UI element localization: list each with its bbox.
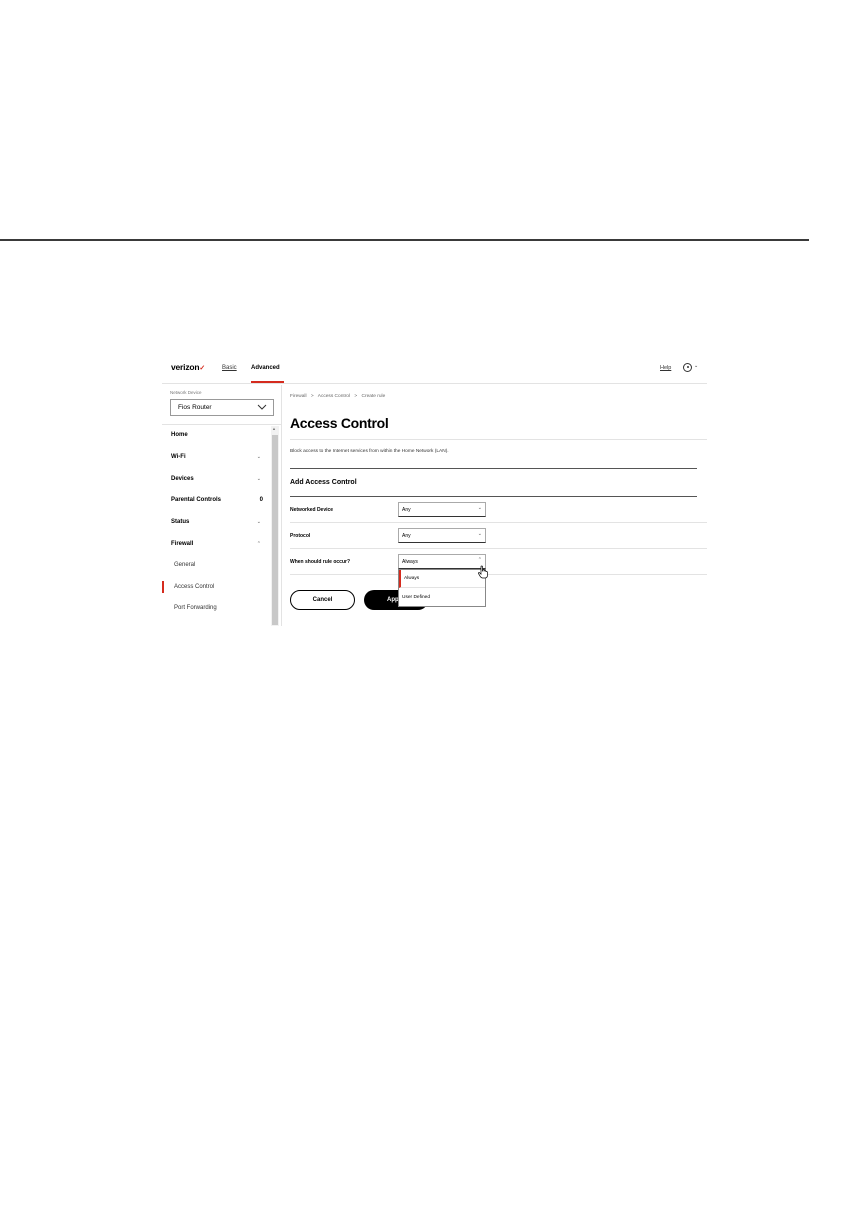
- schedule-value: Always: [402, 559, 418, 565]
- chevron-down-icon: ⌄: [477, 505, 482, 511]
- main-content: Firewall > Access Control > Create rule …: [283, 385, 707, 626]
- sidebar-subitem-general[interactable]: General: [174, 562, 195, 568]
- chevron-down-icon: ⌄: [477, 531, 482, 537]
- chevron-down-icon: ⌄: [256, 476, 261, 482]
- breadcrumb-firewall[interactable]: Firewall: [290, 394, 307, 399]
- schedule-select[interactable]: Always ⌃: [398, 554, 486, 569]
- networked-device-select[interactable]: Any ⌄: [398, 502, 486, 517]
- section-title: Add Access Control: [290, 479, 357, 486]
- sidebar-item-home[interactable]: Home: [171, 432, 267, 438]
- sidebar-item-devices[interactable]: Devices ⌄: [171, 476, 267, 482]
- protocol-select[interactable]: Any ⌄: [398, 528, 486, 543]
- chevron-down-icon: ⌄: [694, 363, 699, 369]
- schedule-dropdown-menu: Always User Defined: [398, 569, 486, 607]
- schedule-row: When should rule occur? Always ⌃: [290, 549, 707, 575]
- help-link[interactable]: Help: [660, 365, 671, 371]
- sidebar-item-firewall[interactable]: Firewall ⌃: [171, 541, 267, 547]
- protocol-value: Any: [402, 533, 411, 539]
- protocol-label: Protocol: [290, 533, 311, 539]
- protocol-row: Protocol Any ⌄: [290, 523, 707, 549]
- active-indicator: [162, 581, 164, 593]
- user-icon: [683, 363, 692, 372]
- user-menu-button[interactable]: ⌄: [683, 363, 700, 373]
- network-device-value: Fios Router: [178, 404, 212, 411]
- network-device-select[interactable]: Fios Router: [170, 399, 274, 416]
- chevron-up-icon: ⌃: [477, 557, 482, 563]
- logo-check-icon: ✓: [199, 365, 206, 372]
- networked-device-value: Any: [402, 507, 411, 513]
- router-ui-screenshot: verizon✓ Basic Advanced Help ⌄ Network D…: [162, 360, 707, 626]
- sidebar-scroll-thumb[interactable]: [272, 435, 278, 625]
- network-device-label: Network Device: [170, 390, 202, 395]
- scroll-up-icon[interactable]: ▲: [272, 426, 276, 431]
- networked-device-row: Networked Device Any ⌄: [290, 497, 707, 523]
- sidebar-subitem-port-forwarding[interactable]: Port Forwarding: [174, 605, 217, 611]
- dropdown-option-user-defined[interactable]: User Defined: [399, 589, 485, 607]
- breadcrumb-separator: >: [354, 394, 358, 399]
- dropdown-option-always[interactable]: Always: [399, 570, 485, 588]
- chevron-up-icon: ⌃: [256, 541, 261, 547]
- page-description: Block access to the Internet services fr…: [290, 449, 449, 454]
- section-divider-top: [290, 468, 697, 469]
- chevron-down-icon: ⌄: [256, 519, 261, 525]
- chevron-down-icon: ⌄: [256, 454, 261, 460]
- sidebar-item-parental-controls[interactable]: Parental Controls 0: [171, 497, 267, 503]
- sidebar-subitem-access-control[interactable]: Access Control: [174, 584, 214, 590]
- top-bar: verizon✓ Basic Advanced Help ⌄: [162, 360, 707, 384]
- tab-basic[interactable]: Basic: [222, 365, 237, 383]
- chevron-down-icon: [257, 404, 267, 410]
- parental-controls-count: 0: [259, 497, 263, 503]
- sidebar: Network Device Fios Router ▲ Home Wi-Fi …: [162, 385, 282, 626]
- sidebar-item-status[interactable]: Status ⌄: [171, 519, 267, 525]
- sidebar-item-wifi[interactable]: Wi-Fi ⌄: [171, 454, 267, 460]
- breadcrumb-create-rule: Create rule: [361, 394, 386, 399]
- breadcrumb-separator: >: [310, 394, 314, 399]
- cancel-button[interactable]: Cancel: [290, 590, 355, 610]
- page-divider: [0, 239, 809, 241]
- title-divider: [290, 439, 707, 440]
- breadcrumb-access-control[interactable]: Access Control: [318, 394, 350, 399]
- networked-device-label: Networked Device: [290, 507, 334, 513]
- verizon-logo[interactable]: verizon✓: [171, 362, 205, 372]
- page-title: Access Control: [290, 415, 389, 431]
- tab-advanced[interactable]: Advanced: [251, 365, 284, 383]
- schedule-label: When should rule occur?: [290, 559, 351, 565]
- breadcrumb: Firewall > Access Control > Create rule: [290, 394, 388, 399]
- sidebar-divider: [162, 424, 282, 425]
- hand-cursor-icon: [478, 565, 488, 579]
